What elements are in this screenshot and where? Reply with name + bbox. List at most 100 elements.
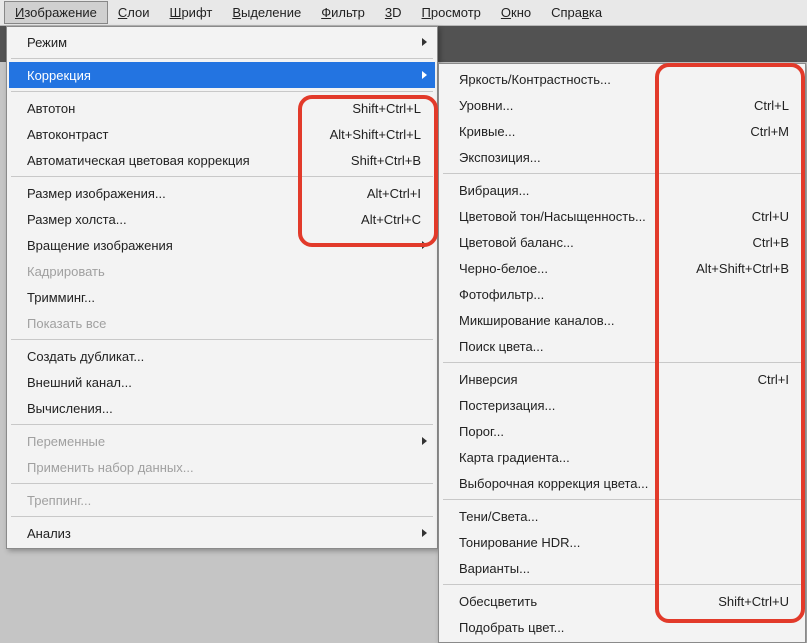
image-menu-item-16[interactable]: Внешний канал...: [9, 369, 435, 395]
menu-separator: [11, 483, 433, 484]
adjustments-item-15[interactable]: Порог...: [441, 418, 803, 444]
adjustments-item-11[interactable]: Поиск цвета...: [441, 333, 803, 359]
menu-item-label: Вращение изображения: [27, 238, 421, 253]
menu-item-label: Экспозиция...: [459, 150, 789, 165]
image-menu-item-8[interactable]: Размер изображения...Alt+Ctrl+I: [9, 180, 435, 206]
menu-item-label: Коррекция: [27, 68, 421, 83]
menu-item-label: Постеризация...: [459, 398, 789, 413]
menubar-item-6[interactable]: Просмотр: [412, 2, 491, 23]
image-menu-item-15[interactable]: Создать дубликат...: [9, 343, 435, 369]
menu-separator: [443, 173, 801, 174]
menu-item-shortcut: Ctrl+U: [752, 209, 789, 224]
menu-item-label: Варианты...: [459, 561, 789, 576]
image-menu-item-5[interactable]: Автоконтраст Alt+Shift+Ctrl+L: [9, 121, 435, 147]
menu-item-label: Тени/Света...: [459, 509, 789, 524]
menu-item-label: Цветовой баланс...: [459, 235, 733, 250]
menu-separator: [443, 362, 801, 363]
menubar-item-2[interactable]: Шрифт: [160, 2, 223, 23]
menu-item-label: Микширование каналов...: [459, 313, 789, 328]
menu-separator: [443, 584, 801, 585]
menu-item-label: Кадрировать: [27, 264, 421, 279]
image-menu-item-0[interactable]: Режим: [9, 29, 435, 55]
menubar-item-8[interactable]: Справка: [541, 2, 612, 23]
image-menu-item-11: Кадрировать: [9, 258, 435, 284]
adjustments-item-16[interactable]: Карта градиента...: [441, 444, 803, 470]
menu-item-shortcut: Alt+Shift+Ctrl+B: [696, 261, 789, 276]
menu-item-label: Инверсия: [459, 372, 738, 387]
adjustments-item-10[interactable]: Микширование каналов...: [441, 307, 803, 333]
adjustments-item-1[interactable]: Уровни...Ctrl+L: [441, 92, 803, 118]
adjustments-item-6[interactable]: Цветовой тон/Насыщенность... Ctrl+U: [441, 203, 803, 229]
menu-item-label: Кривые...: [459, 124, 730, 139]
adjustments-item-19[interactable]: Тени/Света...: [441, 503, 803, 529]
submenu-arrow-icon: [422, 71, 427, 79]
menu-item-label: Черно-белое...: [459, 261, 676, 276]
adjustments-item-24[interactable]: Подобрать цвет...: [441, 614, 803, 640]
menu-item-label: Автоматическая цветовая коррекция: [27, 153, 331, 168]
menu-item-label: Внешний канал...: [27, 375, 421, 390]
menu-item-label: Тримминг...: [27, 290, 421, 305]
adjustments-item-8[interactable]: Черно-белое... Alt+Shift+Ctrl+B: [441, 255, 803, 281]
adjustments-item-23[interactable]: Обесцветить Shift+Ctrl+U: [441, 588, 803, 614]
submenu-arrow-icon: [422, 38, 427, 46]
menu-item-shortcut: Shift+Ctrl+U: [718, 594, 789, 609]
menu-item-label: Вычисления...: [27, 401, 421, 416]
menu-item-label: Показать все: [27, 316, 421, 331]
adjustments-item-2[interactable]: Кривые... Ctrl+M: [441, 118, 803, 144]
menu-item-label: Обесцветить: [459, 594, 698, 609]
menubar-item-7[interactable]: Окно: [491, 2, 541, 23]
menu-item-label: Яркость/Контрастность...: [459, 72, 789, 87]
adjustments-item-20[interactable]: Тонирование HDR...: [441, 529, 803, 555]
menu-item-label: Цветовой тон/Насыщенность...: [459, 209, 732, 224]
adjustments-item-21[interactable]: Варианты...: [441, 555, 803, 581]
menu-item-label: Режим: [27, 35, 421, 50]
menu-item-label: Автоконтраст: [27, 127, 310, 142]
menu-separator: [11, 516, 433, 517]
menubar-item-1[interactable]: Слои: [108, 2, 160, 23]
menu-item-label: Выборочная коррекция цвета...: [459, 476, 789, 491]
image-menu-item-12[interactable]: Тримминг...: [9, 284, 435, 310]
adjustments-item-5[interactable]: Вибрация...: [441, 177, 803, 203]
submenu-arrow-icon: [422, 241, 427, 249]
menu-item-shortcut: Ctrl+B: [753, 235, 789, 250]
image-menu-item-2[interactable]: Коррекция: [9, 62, 435, 88]
adjustments-item-9[interactable]: Фотофильтр...: [441, 281, 803, 307]
menu-separator: [11, 58, 433, 59]
menu-separator: [11, 176, 433, 177]
menu-item-shortcut: Alt+Ctrl+C: [361, 212, 421, 227]
menubar-item-4[interactable]: Фильтр: [311, 2, 375, 23]
menu-item-label: Треппинг...: [27, 493, 421, 508]
image-menu-item-6[interactable]: Автоматическая цветовая коррекцияShift+C…: [9, 147, 435, 173]
menu-item-label: Анализ: [27, 526, 421, 541]
menubar: ИзображениеСлоиШрифтВыделениеФильтр3DПро…: [0, 0, 807, 26]
adjustments-item-3[interactable]: Экспозиция...: [441, 144, 803, 170]
image-menu-item-10[interactable]: Вращение изображения: [9, 232, 435, 258]
menu-item-label: Создать дубликат...: [27, 349, 421, 364]
image-menu-item-20: Применить набор данных...: [9, 454, 435, 480]
image-menu-item-9[interactable]: Размер холста...Alt+Ctrl+C: [9, 206, 435, 232]
menu-separator: [11, 424, 433, 425]
menu-item-label: Тонирование HDR...: [459, 535, 789, 550]
menu-item-shortcut: Alt+Shift+Ctrl+L: [330, 127, 421, 142]
image-menu-item-17[interactable]: Вычисления...: [9, 395, 435, 421]
adjustments-item-14[interactable]: Постеризация...: [441, 392, 803, 418]
adjustments-item-13[interactable]: ИнверсияCtrl+I: [441, 366, 803, 392]
image-menu-item-24[interactable]: Анализ: [9, 520, 435, 546]
menu-item-label: Вибрация...: [459, 183, 789, 198]
adjustments-item-7[interactable]: Цветовой баланс... Ctrl+B: [441, 229, 803, 255]
adjustments-item-0[interactable]: Яркость/Контрастность...: [441, 66, 803, 92]
menubar-item-5[interactable]: 3D: [375, 2, 412, 23]
adjustments-item-17[interactable]: Выборочная коррекция цвета...: [441, 470, 803, 496]
menubar-item-3[interactable]: Выделение: [222, 2, 311, 23]
menu-separator: [11, 339, 433, 340]
menu-item-label: Автотон: [27, 101, 332, 116]
menu-item-label: Фотофильтр...: [459, 287, 789, 302]
image-menu: РежимКоррекцияАвтотонShift+Ctrl+LАвтокон…: [6, 26, 438, 549]
menu-item-label: Поиск цвета...: [459, 339, 789, 354]
menu-item-shortcut: Ctrl+M: [750, 124, 789, 139]
menubar-item-0[interactable]: Изображение: [4, 1, 108, 24]
menu-item-label: Переменные: [27, 434, 421, 449]
image-menu-item-4[interactable]: АвтотонShift+Ctrl+L: [9, 95, 435, 121]
submenu-arrow-icon: [422, 529, 427, 537]
menu-separator: [443, 499, 801, 500]
